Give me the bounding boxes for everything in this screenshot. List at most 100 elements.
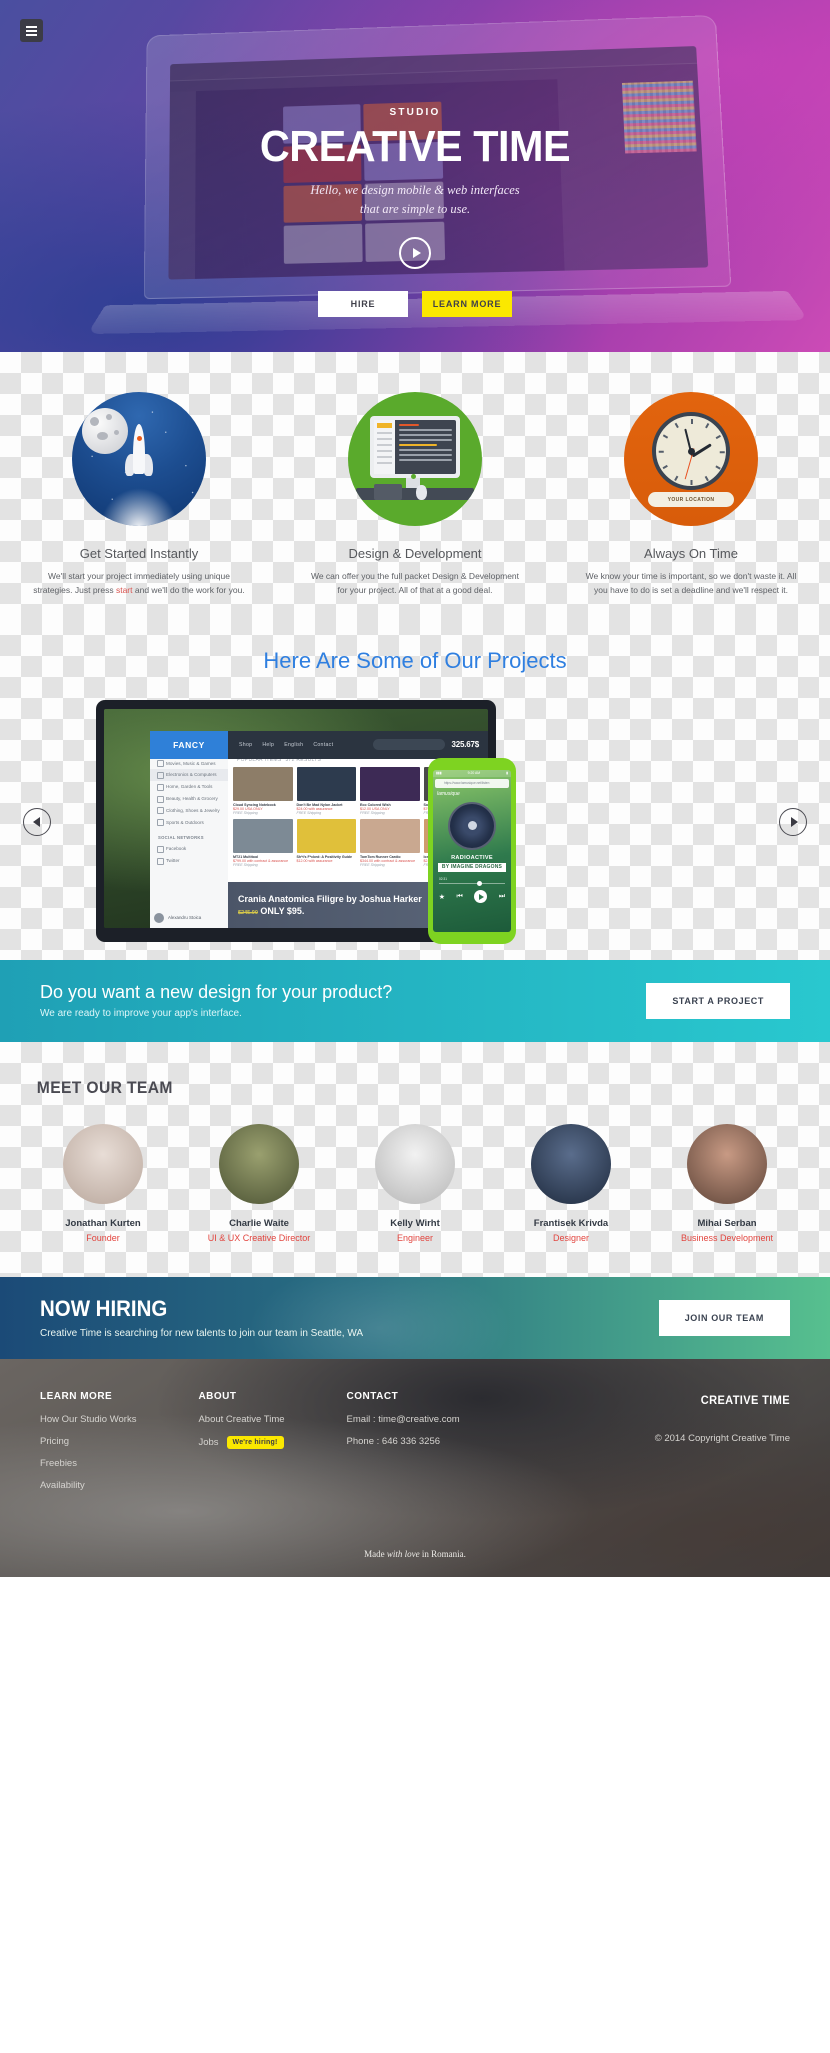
product-tile[interactable]: TomTom Runner Cardio $344.00 with contrac… [360,818,420,867]
side-item: Clothing, Shoes & Jewelry [150,804,228,816]
projects-carousel: MAIN Books & Audible Movies, Music & Gam… [0,699,830,960]
monitor-design-icon [348,392,482,526]
avatar [687,1123,767,1204]
service-text: We know your time is important, so we do… [585,571,797,595]
social-item: Twitter [150,855,228,867]
side-item: Beauty, Health & Grocery [150,793,228,805]
footer-column-learn-more: LEARN MORE How Our Studio Works Pricing … [40,1391,136,1502]
song-title: RADIOACTIVE [451,854,493,861]
elapsed-time: 02:31 [439,876,447,881]
footer-copyright: © 2014 Copyright Creative Time [654,1432,790,1444]
footer-col3-title: CONTACT [346,1390,399,1402]
phone-time: 9:20 AM [467,771,481,776]
service-card-get-started: Get Started Instantly We'll start your p… [1,392,277,598]
product-tile[interactable]: Sh*t's F*cked: A Positivity Guide $12.00 … [296,818,356,867]
product-tile[interactable]: MT21 Multitool $799.00 with contract & as… [233,818,293,867]
hero-buttons: HIRE LEARN MORE [0,290,830,317]
battery-icon: ▮ [506,771,508,776]
hero-subtitle: Hello, we design mobile & web interfaces… [0,181,830,220]
play-icon[interactable] [474,890,488,904]
player-controls: ★ ⏮ ⏭ [433,890,511,904]
hamburger-menu-icon[interactable] [20,19,43,42]
social-item: Facebook [150,843,228,855]
hire-button[interactable]: HIRE [318,290,408,317]
service-title: Design & Development [348,546,482,561]
member-role: Founder [86,1232,120,1243]
member-name: Jonathan Kurten [65,1217,141,1229]
play-icon[interactable] [399,236,431,269]
start-a-project-button[interactable]: START A PROJECT [646,982,790,1019]
made-emphasis: with love [386,1548,420,1559]
rocket-icon [72,392,206,526]
hero-section: STUDIO CREATIVE TIME Hello, we design mo… [0,0,830,352]
footer-link[interactable]: How Our Studio Works [40,1414,136,1425]
footer-phone[interactable]: Phone : 646 336 3256 [347,1436,460,1447]
footer-link[interactable]: Availability [40,1480,136,1491]
hero-eyebrow: STUDIO [389,107,441,118]
side-heading-social: SOCIAL NETWORKS [158,835,204,840]
service-card-on-time: YOUR LOCATION Always On Time We know you… [553,392,829,598]
favorite-icon[interactable]: ★ [439,893,445,901]
projects-section: Here Are Some of Our Projects MAIN Books… [0,613,830,960]
nav-shop[interactable]: Shop [239,742,252,748]
footer-email[interactable]: Email : time@creative.com [347,1414,460,1425]
footer-link[interactable]: Pricing [40,1436,136,1447]
avatar [375,1123,455,1204]
member-name: Frantisek Krivda [533,1217,609,1229]
footer-link-about[interactable]: About Creative Time [198,1414,284,1425]
footer-link[interactable]: Freebies [40,1458,136,1469]
cart-total: 325.67$ [451,740,479,750]
chevron-right-icon[interactable] [779,807,807,836]
services-section: Get Started Instantly We'll start your p… [0,352,830,614]
product-tile[interactable]: Eco Colored Wish $12.00 USA ONLY FREE Ship… [360,766,420,815]
projects-heading: Here Are Some of Our Projects [263,647,567,673]
footer-column-contact: CONTACT Email : time@creative.com Phone … [347,1391,460,1502]
footer-col1-title: LEARN MORE [40,1390,113,1402]
footer: LEARN MORE How Our Studio Works Pricing … [0,1358,830,1577]
member-name: Mihai Serban [697,1217,757,1229]
phone-status-bar: ▮▮▮ 9:20 AM ▮ [433,769,511,777]
progress-slider[interactable] [439,880,505,886]
hiring-banner: NOW HIRING Creative Time is searching fo… [0,1276,830,1359]
album-art [448,801,496,850]
chevron-left-icon[interactable] [23,807,51,836]
landing-page: STUDIO CREATIVE TIME Hello, we design mo… [0,0,830,1577]
service-text: We'll start your project immediately usi… [1,570,277,598]
search-input[interactable] [373,739,446,751]
learn-more-button[interactable]: LEARN MORE [422,290,512,317]
profile-name: Alexandru Stoica [168,915,202,921]
fancy-logo: FANCY [150,730,228,759]
member-role: Engineer [396,1232,434,1243]
product-tile[interactable]: Cloud Syncing Notebook $29.00 USA ONLY FRE… [233,766,293,815]
avatar [219,1123,299,1204]
product-tile[interactable]: Don't Be Mad Nylon Jacket $24.00 with ass… [296,766,356,815]
made-post: in Romania. [419,1548,466,1559]
banner-new-price: ONLY $95. [260,905,305,916]
team-heading: MEET OUR TEAM [36,1077,173,1097]
song-artist: BY IMAGINE DRAGONS [438,862,506,872]
phone-url-bar[interactable]: https://www.lamusique.net/listen [435,778,509,788]
avatar [154,912,164,923]
your-location-badge: YOUR LOCATION [648,492,734,507]
footer-column-about: ABOUT About Creative Time Jobs We're hir… [198,1391,285,1502]
cta-heading: Do you want a new design for your produc… [40,982,393,1003]
member-name: Kelly Wirht [390,1217,440,1229]
hiring-heading: NOW HIRING [40,1296,168,1322]
team-member: Kelly Wirht Engineer [347,1123,483,1243]
nav-help[interactable]: Help [262,742,274,748]
start-link[interactable]: start [116,585,133,595]
phone-project-mockup[interactable]: ▮▮▮ 9:20 AM ▮ https://www.lamusique.net/… [428,757,516,944]
footer-link-jobs[interactable]: Jobs [198,1437,218,1448]
cta-subtext: We are ready to improve your app's inter… [40,1008,242,1020]
side-item: Sports & Outdoors [150,816,228,828]
member-role: Designer [552,1232,590,1243]
previous-icon[interactable]: ⏮ [457,893,463,901]
nav-english[interactable]: English [284,742,303,748]
banner-price: $245.00 ONLY $95. [238,906,422,916]
music-app-brand: lamusique [437,790,460,797]
service-title: Always On Time [644,546,738,561]
join-our-team-button[interactable]: JOIN OUR TEAM [658,1299,790,1336]
nav-contact[interactable]: Contact [313,742,333,748]
hero-subtitle-line2: that are simple to use. [359,202,471,217]
next-icon[interactable]: ⏭ [499,893,505,901]
